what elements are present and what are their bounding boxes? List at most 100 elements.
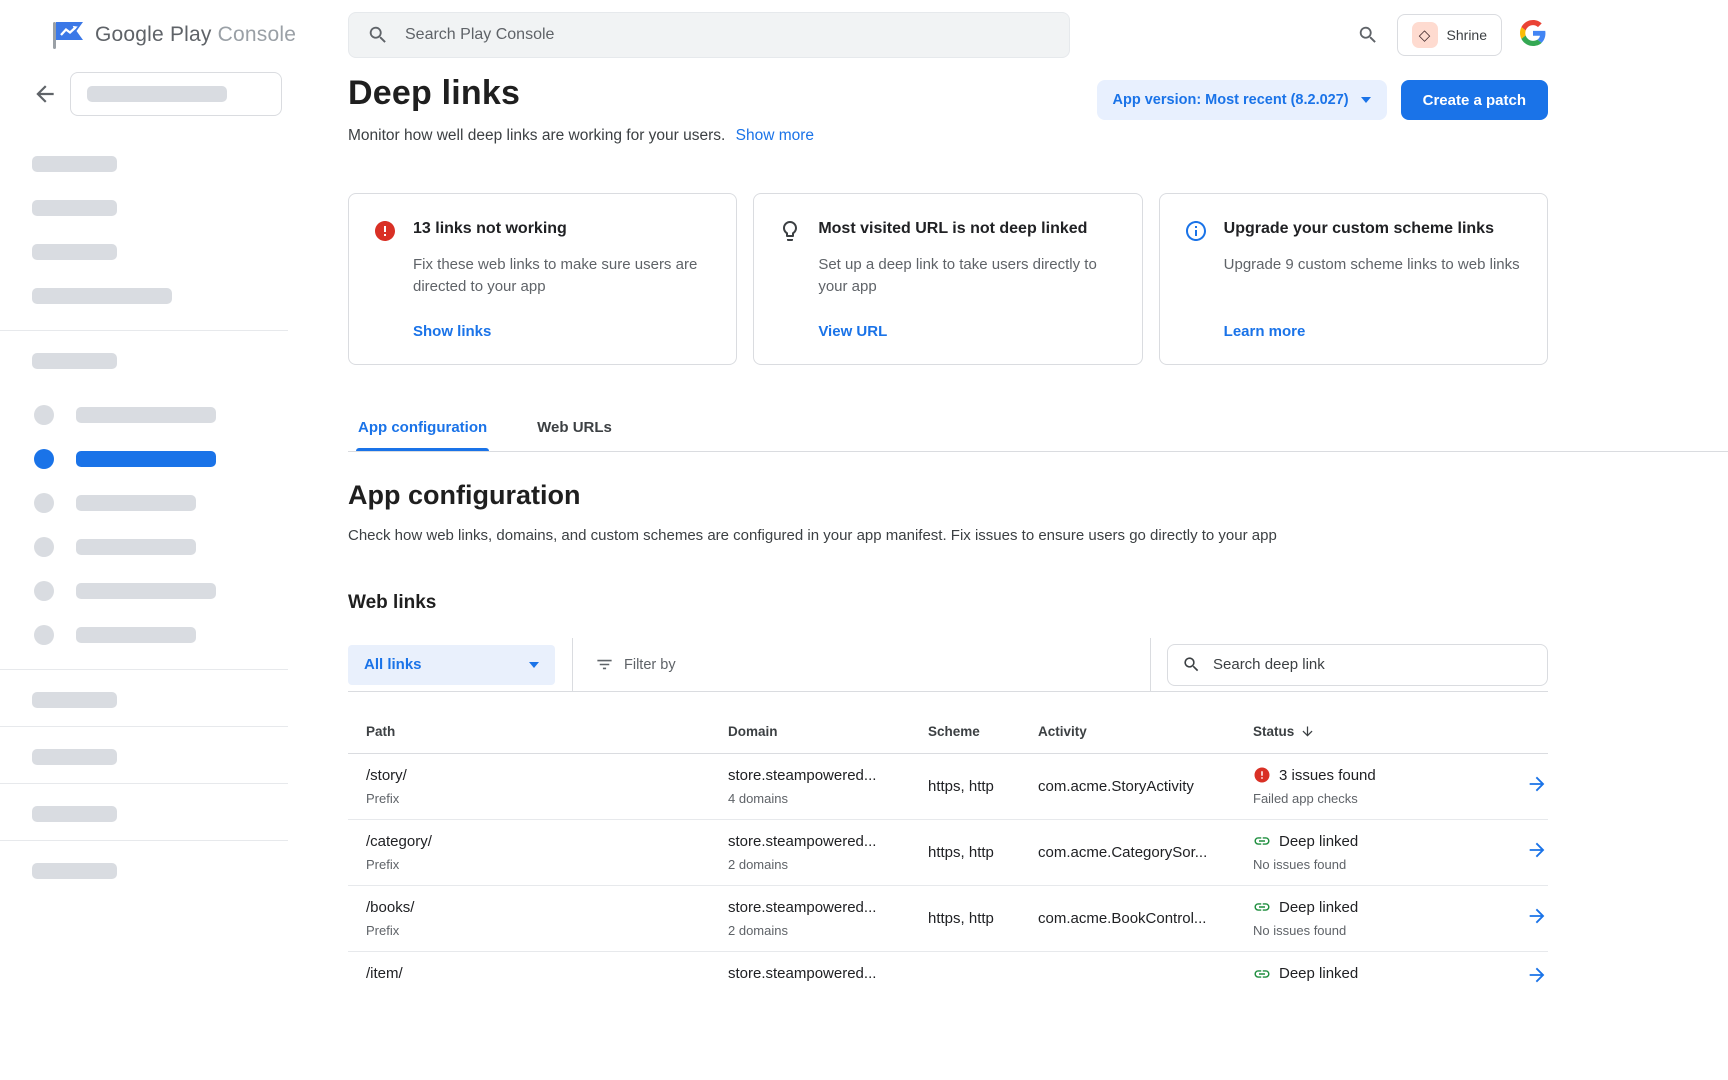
status-cell: Deep linked No issues found (1253, 886, 1493, 952)
info-icon (1184, 218, 1208, 340)
global-search-input[interactable] (405, 26, 1051, 44)
logo-text: Google Play Console (95, 23, 296, 47)
error-icon (373, 218, 397, 340)
column-header-status[interactable]: Status (1253, 718, 1493, 754)
web-links-table: Path Domain Scheme Activity Status (348, 718, 1548, 1003)
nav-bullet-icon (34, 449, 54, 469)
sidebar-nav-skeleton (0, 387, 288, 669)
skeleton-bar (87, 86, 227, 102)
filter-by-label: Filter by (624, 657, 676, 673)
skeleton-bar (32, 749, 117, 765)
activity-cell: com.acme.BookControl... (1038, 886, 1253, 952)
app-version-dropdown[interactable]: App version: Most recent (8.2.027) (1097, 80, 1387, 120)
skeleton-bar (32, 353, 117, 369)
skeleton-bar (32, 863, 117, 879)
logo-google-play: Google Play (95, 23, 212, 46)
status-cell: Deep linked (1253, 952, 1493, 1004)
app-chip-label: Shrine (1447, 27, 1487, 43)
table-row[interactable]: /books/ Prefix store.steampowered... 2 d… (348, 886, 1548, 952)
section-title: App configuration (348, 480, 1548, 511)
table-toolbar: All links Filter by (348, 638, 1548, 692)
column-header-path: Path (348, 718, 728, 754)
sidebar-skeleton-group (0, 116, 288, 330)
filter-icon (595, 655, 614, 674)
card-most-visited-url: Most visited URL is not deep linked Set … (753, 193, 1142, 365)
column-header-domain: Domain (728, 718, 928, 754)
sort-descending-icon (1300, 724, 1315, 739)
domain-cell: store.steampowered... 4 domains (728, 754, 928, 820)
skeleton-bar (32, 156, 117, 172)
deep-link-search-input[interactable] (1213, 656, 1533, 673)
link-icon (1253, 965, 1271, 983)
links-filter-select[interactable]: All links (348, 645, 555, 685)
tab-app-configuration[interactable]: App configuration (356, 407, 489, 451)
domain-cell: store.steampowered... (728, 952, 928, 1004)
sidebar-nav-item-selected[interactable] (0, 437, 288, 481)
row-forward-arrow-icon[interactable] (1526, 964, 1548, 986)
domain-cell: store.steampowered... 2 domains (728, 820, 928, 886)
search-icon (367, 24, 389, 46)
skeleton-bar (76, 407, 216, 423)
card-title: Most visited URL is not deep linked (818, 218, 1117, 238)
app-selector[interactable] (70, 72, 282, 116)
app-chip-shrine[interactable]: ◇ Shrine (1397, 14, 1502, 56)
learn-more-link[interactable]: Learn more (1224, 307, 1523, 340)
filter-by-button[interactable]: Filter by (595, 655, 676, 674)
path-cell: /story/ Prefix (348, 754, 728, 820)
topbar: ◇ Shrine (288, 0, 1728, 70)
sidebar-nav-item[interactable] (0, 613, 288, 657)
web-links-title: Web links (348, 592, 1548, 614)
sidebar-nav-item[interactable] (0, 525, 288, 569)
table-row[interactable]: /category/ Prefix store.steampowered... … (348, 820, 1548, 886)
scheme-cell (928, 952, 1038, 1004)
sidebar: Google Play Console (0, 0, 288, 1080)
links-filter-value: All links (364, 656, 422, 673)
toolbar-divider (572, 638, 573, 691)
lightbulb-icon (778, 218, 802, 340)
view-url-link[interactable]: View URL (818, 307, 1117, 340)
sidebar-section-label-skeleton (0, 727, 288, 783)
table-row[interactable]: /item/ store.steampowered... (348, 952, 1548, 1004)
activity-cell: com.acme.StoryActivity (1038, 754, 1253, 820)
sidebar-nav-item[interactable] (0, 481, 288, 525)
create-patch-button[interactable]: Create a patch (1401, 80, 1548, 120)
section-description: Check how web links, domains, and custom… (348, 527, 1548, 544)
row-forward-arrow-icon[interactable] (1526, 905, 1548, 927)
skeleton-bar (32, 244, 117, 260)
card-title: 13 links not working (413, 218, 712, 238)
search-icon[interactable] (1357, 24, 1379, 46)
show-more-link[interactable]: Show more (736, 127, 814, 144)
back-arrow-icon[interactable] (32, 81, 58, 107)
tab-web-urls[interactable]: Web URLs (535, 407, 614, 451)
scheme-cell: https, http (928, 754, 1038, 820)
error-icon (1253, 766, 1271, 784)
nav-bullet-icon (34, 625, 54, 645)
path-cell: /category/ Prefix (348, 820, 728, 886)
row-forward-arrow-icon[interactable] (1526, 839, 1548, 861)
play-console-app: Google Play Console (0, 0, 1728, 1080)
google-play-console-logo: Google Play Console (50, 19, 296, 51)
column-header-activity: Activity (1038, 718, 1253, 754)
link-icon (1253, 832, 1271, 850)
sidebar-nav-item[interactable] (0, 393, 288, 437)
sidebar-header: Google Play Console (0, 0, 288, 70)
card-body: Fix these web links to make sure users a… (413, 254, 712, 298)
sidebar-nav-item[interactable] (0, 569, 288, 613)
skeleton-bar (32, 200, 117, 216)
tab-bar: App configuration Web URLs (348, 407, 1728, 452)
skeleton-bar (76, 627, 196, 643)
deep-link-search[interactable] (1167, 644, 1548, 686)
scheme-cell: https, http (928, 886, 1038, 952)
chevron-down-icon (1361, 97, 1371, 103)
row-forward-arrow-icon[interactable] (1526, 773, 1548, 795)
skeleton-bar (76, 583, 216, 599)
chevron-down-icon (529, 662, 539, 668)
table-row[interactable]: /story/ Prefix store.steampowered... 4 d… (348, 754, 1548, 820)
global-search[interactable] (348, 12, 1070, 58)
card-upgrade-scheme-links: Upgrade your custom scheme links Upgrade… (1159, 193, 1548, 365)
play-console-flag-icon (50, 19, 86, 51)
card-title: Upgrade your custom scheme links (1224, 218, 1523, 238)
card-body: Set up a deep link to take users directl… (818, 254, 1117, 298)
show-links-link[interactable]: Show links (413, 307, 712, 340)
page-header: Deep links Monitor how well deep links a… (348, 74, 1548, 145)
